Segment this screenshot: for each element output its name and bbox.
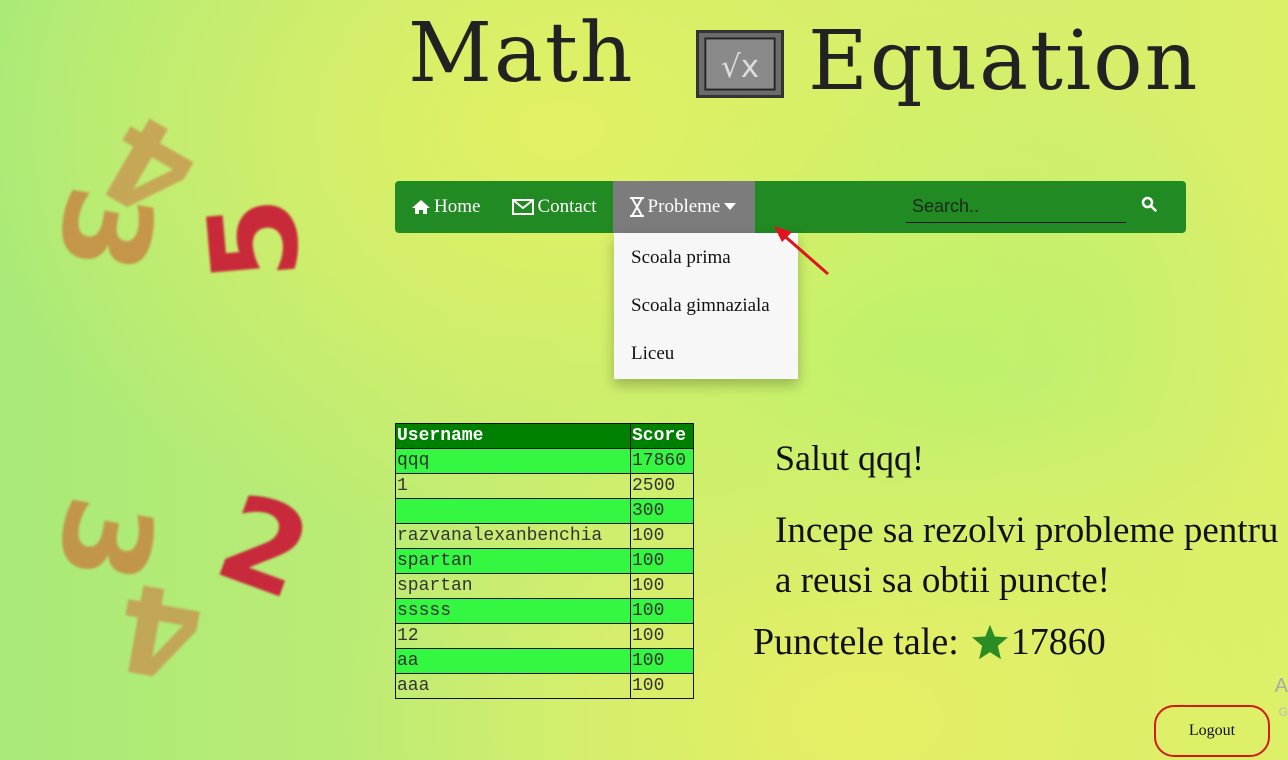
cell-username: aa xyxy=(395,648,631,674)
annotation-arrow-icon xyxy=(774,226,829,276)
cell-score: 100 xyxy=(630,648,694,674)
cell-username: spartan xyxy=(395,548,631,574)
cell-score: 100 xyxy=(630,523,694,549)
nav-home[interactable]: Home xyxy=(395,181,496,233)
logo-text-math: Math xyxy=(408,6,635,101)
column-header-username: Username xyxy=(395,423,631,449)
search-input[interactable] xyxy=(906,191,1126,223)
cell-username: qqq xyxy=(395,448,631,474)
table-row: 1 2500 xyxy=(395,473,694,499)
table-header-row: Username Score xyxy=(395,423,694,449)
nav-contact-label: Contact xyxy=(537,196,597,217)
table-row: qqq 17860 xyxy=(395,448,694,474)
cell-username: spartan xyxy=(395,573,631,599)
star-icon xyxy=(971,624,1009,660)
cell-score: 100 xyxy=(630,548,694,574)
envelope-icon xyxy=(512,199,535,215)
points-label: Punctele tale: xyxy=(753,621,959,663)
user-points: Punctele tale: 17860 xyxy=(753,620,1106,664)
leaderboard-table: Username Score qqq 17860 1 2500 300 razvan… xyxy=(395,423,694,699)
logo-text-equation: Equation xyxy=(808,14,1200,109)
search-area xyxy=(906,181,1186,233)
decorative-digit-2-bottom: 2 xyxy=(200,467,327,628)
site-logo: Math √x Equation xyxy=(400,0,1200,140)
dropdown-item-liceu[interactable]: Liceu xyxy=(614,329,798,377)
cell-score: 17860 xyxy=(630,448,694,474)
square-root-icon: √x xyxy=(696,30,784,98)
caret-down-icon xyxy=(724,203,737,211)
svg-text:√x: √x xyxy=(721,49,759,85)
nav-probleme-dropdown[interactable]: Probleme xyxy=(612,181,756,233)
hourglass-icon xyxy=(629,197,645,217)
motivation-message: Incepe sa rezolvi probleme pentru a reus… xyxy=(775,510,1279,601)
home-icon xyxy=(411,199,431,215)
table-row: spartan 100 xyxy=(395,573,694,599)
cell-score: 100 xyxy=(630,623,694,649)
cell-username: razvanalexanbenchia xyxy=(395,523,631,549)
column-header-score: Score xyxy=(630,423,694,449)
cell-score: 100 xyxy=(630,598,694,624)
cell-score: 100 xyxy=(630,673,694,699)
search-button[interactable] xyxy=(1138,196,1160,218)
search-icon xyxy=(1141,196,1157,218)
table-row: 300 xyxy=(395,498,694,524)
nav-probleme-label: Probleme xyxy=(647,196,721,217)
table-row: aa 100 xyxy=(395,648,694,674)
nav-home-label: Home xyxy=(434,196,481,217)
table-row: spartan 100 xyxy=(395,548,694,574)
nav-contact[interactable]: Contact xyxy=(496,181,612,233)
edge-clipped-text-small: G xyxy=(1278,705,1288,719)
logout-button[interactable]: Logout xyxy=(1154,705,1270,757)
table-row: sssss 100 xyxy=(395,598,694,624)
decorative-digit-5-top: 5 xyxy=(182,191,329,288)
cell-username xyxy=(395,498,631,524)
cell-username: 1 xyxy=(395,473,631,499)
cell-username: 12 xyxy=(395,623,631,649)
points-value: 17860 xyxy=(1010,621,1106,663)
cell-score: 100 xyxy=(630,573,694,599)
greeting-text: Salut qqq! xyxy=(775,438,924,478)
table-row: aaa 100 xyxy=(395,673,694,699)
cell-username: aaa xyxy=(395,673,631,699)
cell-username: sssss xyxy=(395,598,631,624)
dropdown-item-scoala-gimnaziala[interactable]: Scoala gimnaziala xyxy=(614,281,798,329)
edge-clipped-text: A xyxy=(1274,675,1288,697)
cell-score: 300 xyxy=(630,498,694,524)
cell-score: 2500 xyxy=(630,473,694,499)
table-row: razvanalexanbenchia 100 xyxy=(395,523,694,549)
table-row: 12 100 xyxy=(395,623,694,649)
